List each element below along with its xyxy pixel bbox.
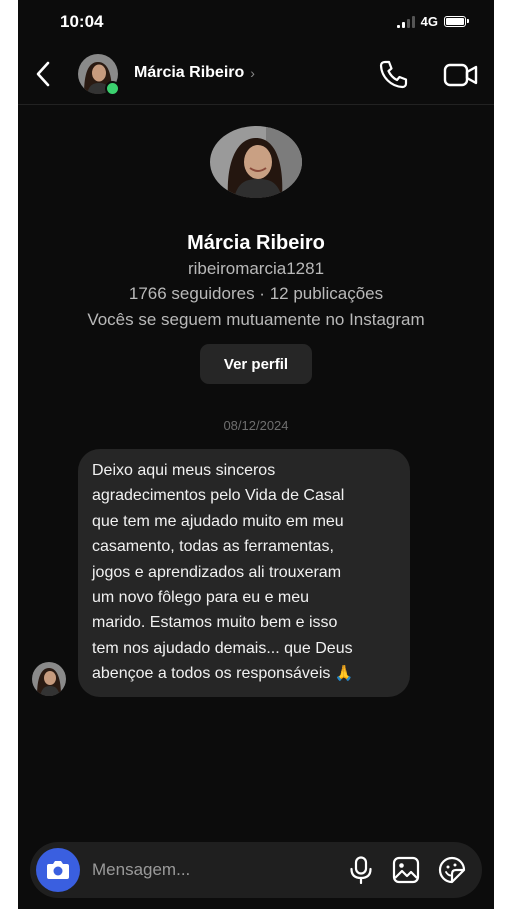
image-icon xyxy=(392,856,420,884)
status-bar: 10:04 4G xyxy=(18,0,494,46)
message-line: que tem me ajudado muito em meu xyxy=(92,512,344,530)
message-line: tem nos ajudado demais... que Deus xyxy=(92,639,353,657)
voice-message-button[interactable] xyxy=(348,856,374,885)
signal-icon xyxy=(396,15,415,28)
video-camera-icon xyxy=(443,63,478,87)
status-indicators: 4G xyxy=(396,14,469,29)
message-bubble[interactable]: Deixo aqui meus sinceros agradecimentos … xyxy=(78,449,410,697)
network-type: 4G xyxy=(420,14,438,29)
message-line: agradecimentos pelo Vida de Casal xyxy=(92,487,345,505)
sticker-button[interactable] xyxy=(438,856,466,884)
praying-hands-emoji: 🙏 xyxy=(334,665,354,683)
message-line: jogos e aprendizados ali trouxeram xyxy=(92,563,342,581)
message-line: Deixo aqui meus sinceros xyxy=(92,462,276,479)
chevron-right-icon: › xyxy=(250,65,255,81)
camera-button[interactable] xyxy=(36,848,80,892)
message-line: casamento, todas as ferramentas, xyxy=(92,538,334,556)
gallery-button[interactable] xyxy=(392,856,420,884)
message-line-last: abençoe a todos os responsáveis 🙏 xyxy=(92,661,396,686)
mutual-follow-text: Vocês se seguem mutuamente no Instagram xyxy=(87,310,425,329)
audio-call-button[interactable] xyxy=(376,58,410,92)
header-avatar[interactable] xyxy=(78,54,120,96)
profile-stats: 1766 seguidores · 12 publicações xyxy=(128,284,384,303)
online-status-dot xyxy=(105,81,120,96)
camera-icon xyxy=(47,861,69,879)
phone-icon xyxy=(379,60,408,89)
message-line-text: abençoe a todos os responsáveis xyxy=(92,665,331,683)
message-input[interactable] xyxy=(92,842,322,898)
microphone-icon xyxy=(350,856,372,885)
message-date: 08/12/2024 xyxy=(223,418,289,433)
battery-icon xyxy=(444,16,469,27)
sender-avatar xyxy=(32,662,66,696)
sticker-icon xyxy=(438,856,466,884)
phone-screen: 10:04 4G Márcia Ribeiro › Márcia Ribeiro… xyxy=(18,0,494,909)
view-profile-button[interactable]: Ver perfil xyxy=(200,344,312,384)
profile-username: ribeiromarcia1281 xyxy=(187,259,325,278)
message-line: marido. Estamos muito bem e isso xyxy=(92,614,338,632)
message-line: um novo fôlego para eu e meu xyxy=(92,589,310,607)
video-call-button[interactable] xyxy=(442,58,480,92)
contact-name: Márcia Ribeiro xyxy=(134,64,245,81)
chat-header: Márcia Ribeiro › xyxy=(18,46,494,105)
profile-photo xyxy=(210,126,302,198)
contact-name-link[interactable]: Márcia Ribeiro › xyxy=(134,64,255,82)
message-composer xyxy=(30,842,482,898)
back-button[interactable] xyxy=(32,59,56,89)
back-chevron-icon xyxy=(36,61,50,87)
profile-name: Márcia Ribeiro xyxy=(187,232,325,254)
status-time: 10:04 xyxy=(60,12,104,31)
